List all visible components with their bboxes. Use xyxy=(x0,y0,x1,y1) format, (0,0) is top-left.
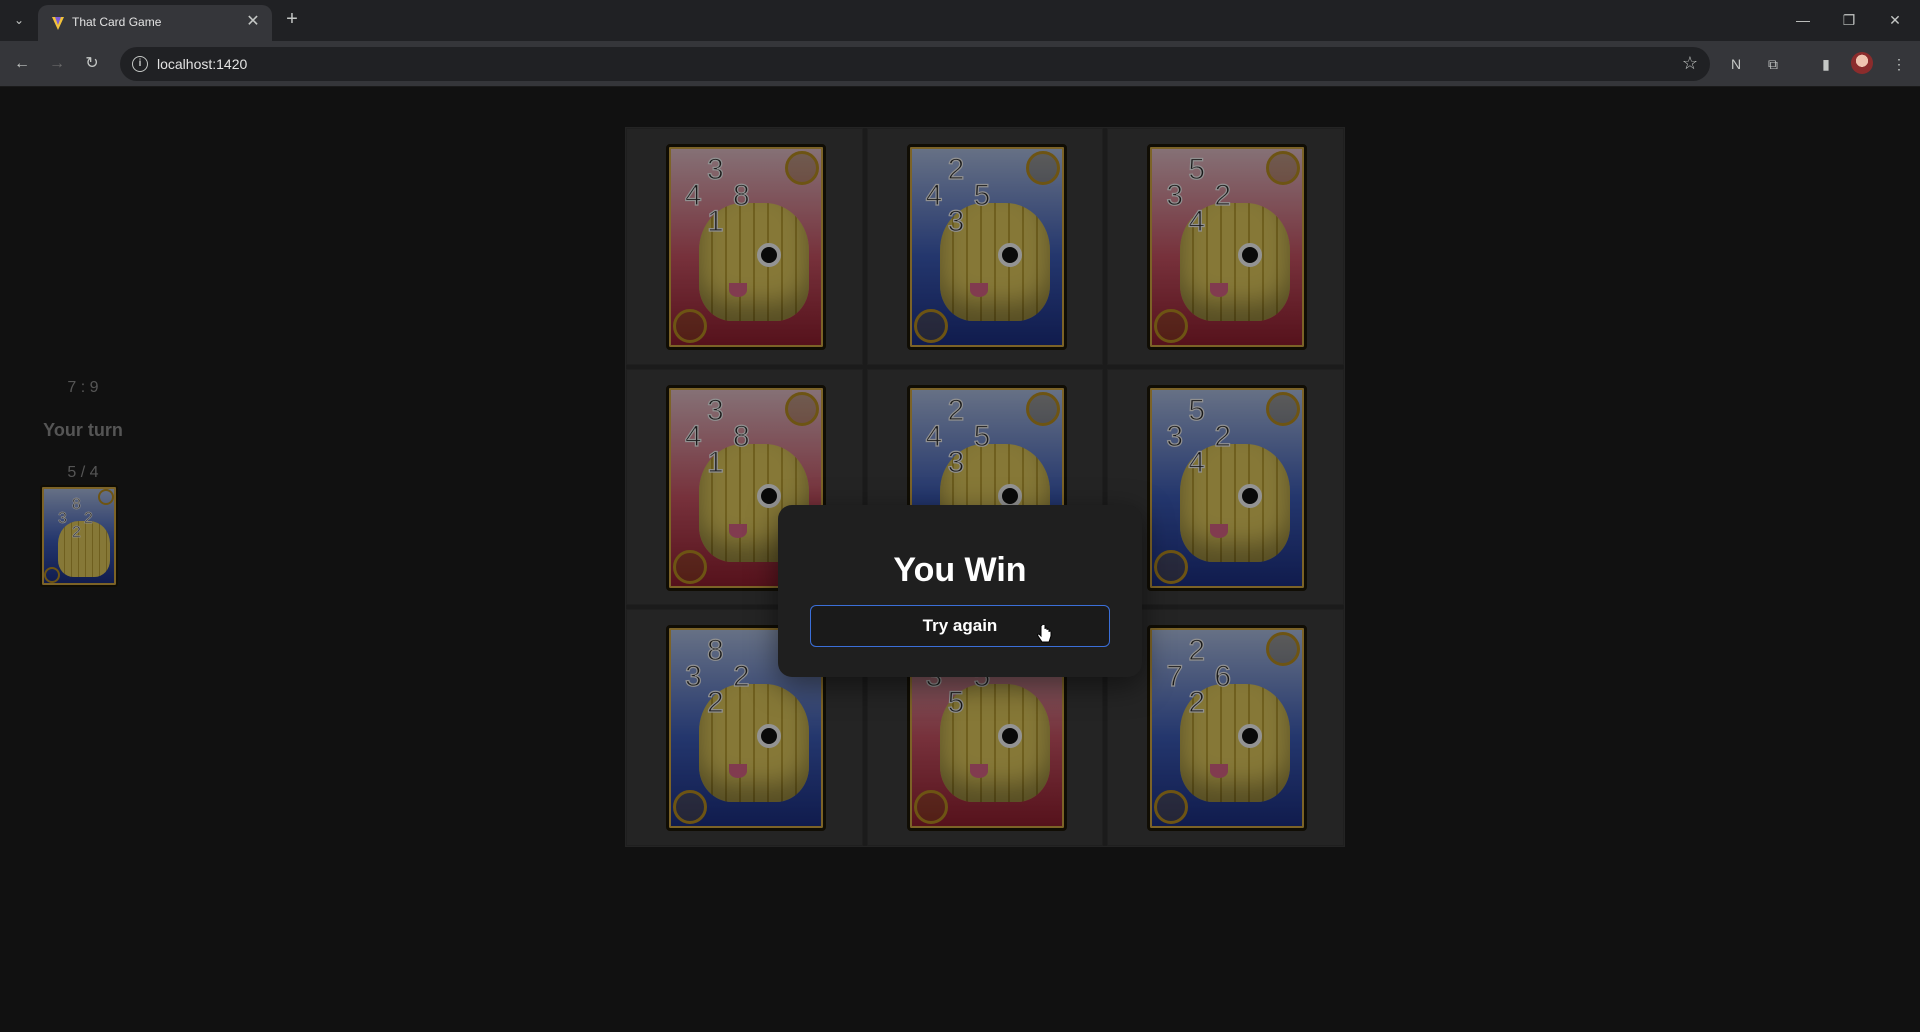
browser-tab[interactable]: That Card Game ✕ xyxy=(38,5,272,41)
result-title: You Win xyxy=(893,551,1027,589)
forward-icon[interactable]: → xyxy=(43,50,71,78)
game-page: 7 : 9 Your turn 5 / 4 8 3 2 2 3481245353… xyxy=(0,87,1920,1032)
menu-kebab-icon[interactable]: ⋮ xyxy=(1888,53,1910,75)
browser-chrome: ⌄ That Card Game ✕ + — ❐ ✕ ← → ↻ i local… xyxy=(0,0,1920,87)
app-favicon-icon xyxy=(52,17,64,30)
tab-close-icon[interactable]: ✕ xyxy=(244,13,262,31)
try-again-button[interactable]: Try again xyxy=(810,605,1110,647)
side-panel-icon[interactable]: ▮ xyxy=(1815,53,1837,75)
close-window-button[interactable]: ✕ xyxy=(1872,6,1918,34)
back-icon[interactable]: ← xyxy=(8,50,36,78)
extensions-icon[interactable]: ⧉ xyxy=(1762,53,1784,75)
tab-search-icon[interactable]: ⌄ xyxy=(8,9,30,31)
new-tab-button[interactable]: + xyxy=(280,8,304,32)
hand-cursor-icon xyxy=(1037,625,1052,643)
address-bar[interactable]: i localhost:1420 ☆ xyxy=(120,47,1710,81)
profile-avatar[interactable] xyxy=(1851,52,1873,74)
result-dialog: You Win Try again xyxy=(778,505,1142,677)
notion-extension-icon[interactable]: N xyxy=(1725,53,1747,75)
restore-button[interactable]: ❐ xyxy=(1826,6,1872,34)
tab-title: That Card Game xyxy=(72,15,162,29)
bookmark-star-icon[interactable]: ☆ xyxy=(1682,53,1698,74)
tab-strip: ⌄ That Card Game ✕ + — ❐ ✕ xyxy=(0,0,1920,41)
url-text[interactable]: localhost:1420 xyxy=(157,56,247,72)
reload-icon[interactable]: ↻ xyxy=(78,50,106,78)
minimize-button[interactable]: — xyxy=(1780,6,1826,34)
site-info-icon[interactable]: i xyxy=(132,56,148,72)
browser-toolbar: ← → ↻ i localhost:1420 ☆ N ⧉ ▮ ⋮ xyxy=(0,41,1920,87)
